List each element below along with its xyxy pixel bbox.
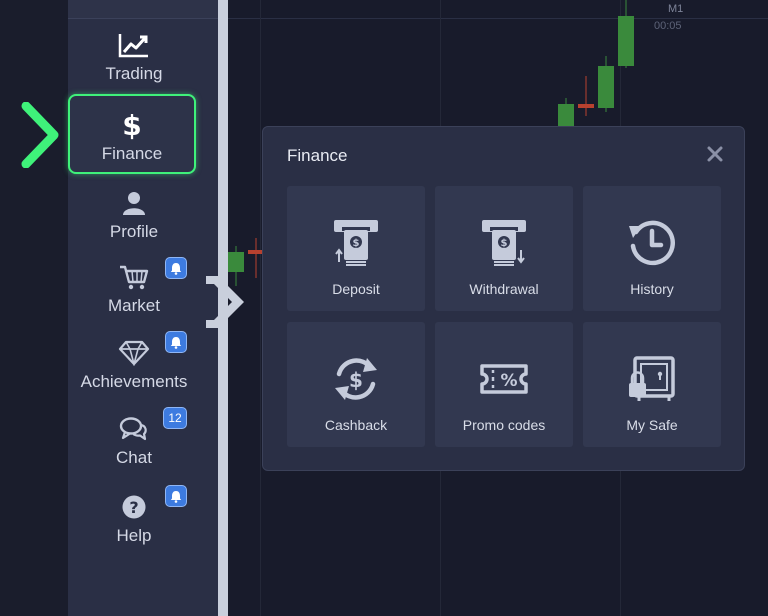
tile-label: Deposit: [332, 281, 380, 297]
notification-badge: [165, 331, 187, 353]
chart-line-icon: [118, 34, 148, 58]
svg-text:?: ?: [129, 498, 138, 517]
sidebar: Trading $ Finance Profile Market Achieve…: [68, 0, 218, 616]
sidebar-item-trading[interactable]: Trading: [70, 32, 198, 84]
sidebar-header-bar: [68, 0, 218, 19]
tile-label: Withdrawal: [469, 281, 539, 297]
sidebar-item-label: Finance: [101, 144, 163, 163]
my-safe-tile[interactable]: My Safe: [583, 322, 721, 447]
sidebar-item-label: Profile: [109, 222, 159, 241]
deposit-tile[interactable]: $ Deposit: [287, 186, 425, 311]
cashback-tile[interactable]: $ Cashback: [287, 322, 425, 447]
chart-grid-line: [260, 0, 261, 616]
sidebar-item-label: Chat: [116, 448, 152, 467]
withdrawal-tile[interactable]: $ Withdrawal: [435, 186, 573, 311]
user-icon: [123, 192, 145, 215]
chart-candle: [618, 0, 634, 68]
sidebar-item-profile[interactable]: Profile: [70, 190, 198, 242]
diamond-icon: [118, 340, 150, 366]
cashback-icon: $: [335, 358, 377, 400]
chat-icon: [119, 417, 147, 441]
panel-title: Finance: [287, 146, 348, 165]
close-icon[interactable]: [706, 145, 724, 163]
chat-count-badge: 12: [163, 407, 187, 429]
sidebar-item-label: Help: [116, 526, 152, 545]
sidebar-item-finance[interactable]: $ Finance: [68, 94, 196, 174]
chart-candle: [578, 76, 594, 116]
deposit-icon: $: [334, 220, 378, 266]
svg-text:$: $: [501, 238, 508, 249]
withdrawal-icon: $: [482, 220, 526, 266]
tile-label: My Safe: [626, 417, 678, 433]
tile-label: Cashback: [324, 417, 388, 433]
sidebar-item-label: Market: [108, 296, 160, 315]
bell-icon: [170, 336, 182, 349]
tile-label: Promo codes: [462, 417, 546, 433]
tile-label: History: [630, 281, 674, 297]
sidebar-item-label: Achievements: [80, 372, 188, 391]
chart-candle: [598, 56, 614, 112]
left-gutter: [0, 0, 68, 616]
bell-icon: [170, 490, 182, 503]
finance-panel: Finance $ Deposit $ Withdrawal History $…: [262, 126, 745, 471]
timeframe-label: M1: [668, 3, 684, 15]
chart-grid-line: [228, 18, 768, 19]
cart-icon: [120, 265, 149, 290]
promo-code-icon: %: [480, 364, 528, 394]
notification-badge: [165, 257, 187, 279]
svg-text:$: $: [349, 368, 363, 392]
notification-badge: [165, 485, 187, 507]
sidebar-collapse-chevron-icon[interactable]: [206, 276, 254, 328]
bell-icon: [170, 262, 182, 275]
sidebar-item-label: Trading: [105, 64, 163, 83]
svg-text:$: $: [122, 110, 141, 140]
time-axis-label: 00:05: [654, 20, 682, 32]
promo-codes-tile[interactable]: % Promo codes: [435, 322, 573, 447]
history-tile[interactable]: History: [583, 186, 721, 311]
safe-icon: [629, 356, 675, 401]
svg-text:%: %: [500, 371, 517, 391]
svg-text:$: $: [353, 238, 360, 249]
dollar-icon: $: [122, 110, 141, 140]
history-icon: [629, 220, 675, 266]
help-icon: ?: [122, 495, 146, 519]
chevron-right-pointer-icon: [21, 102, 59, 168]
